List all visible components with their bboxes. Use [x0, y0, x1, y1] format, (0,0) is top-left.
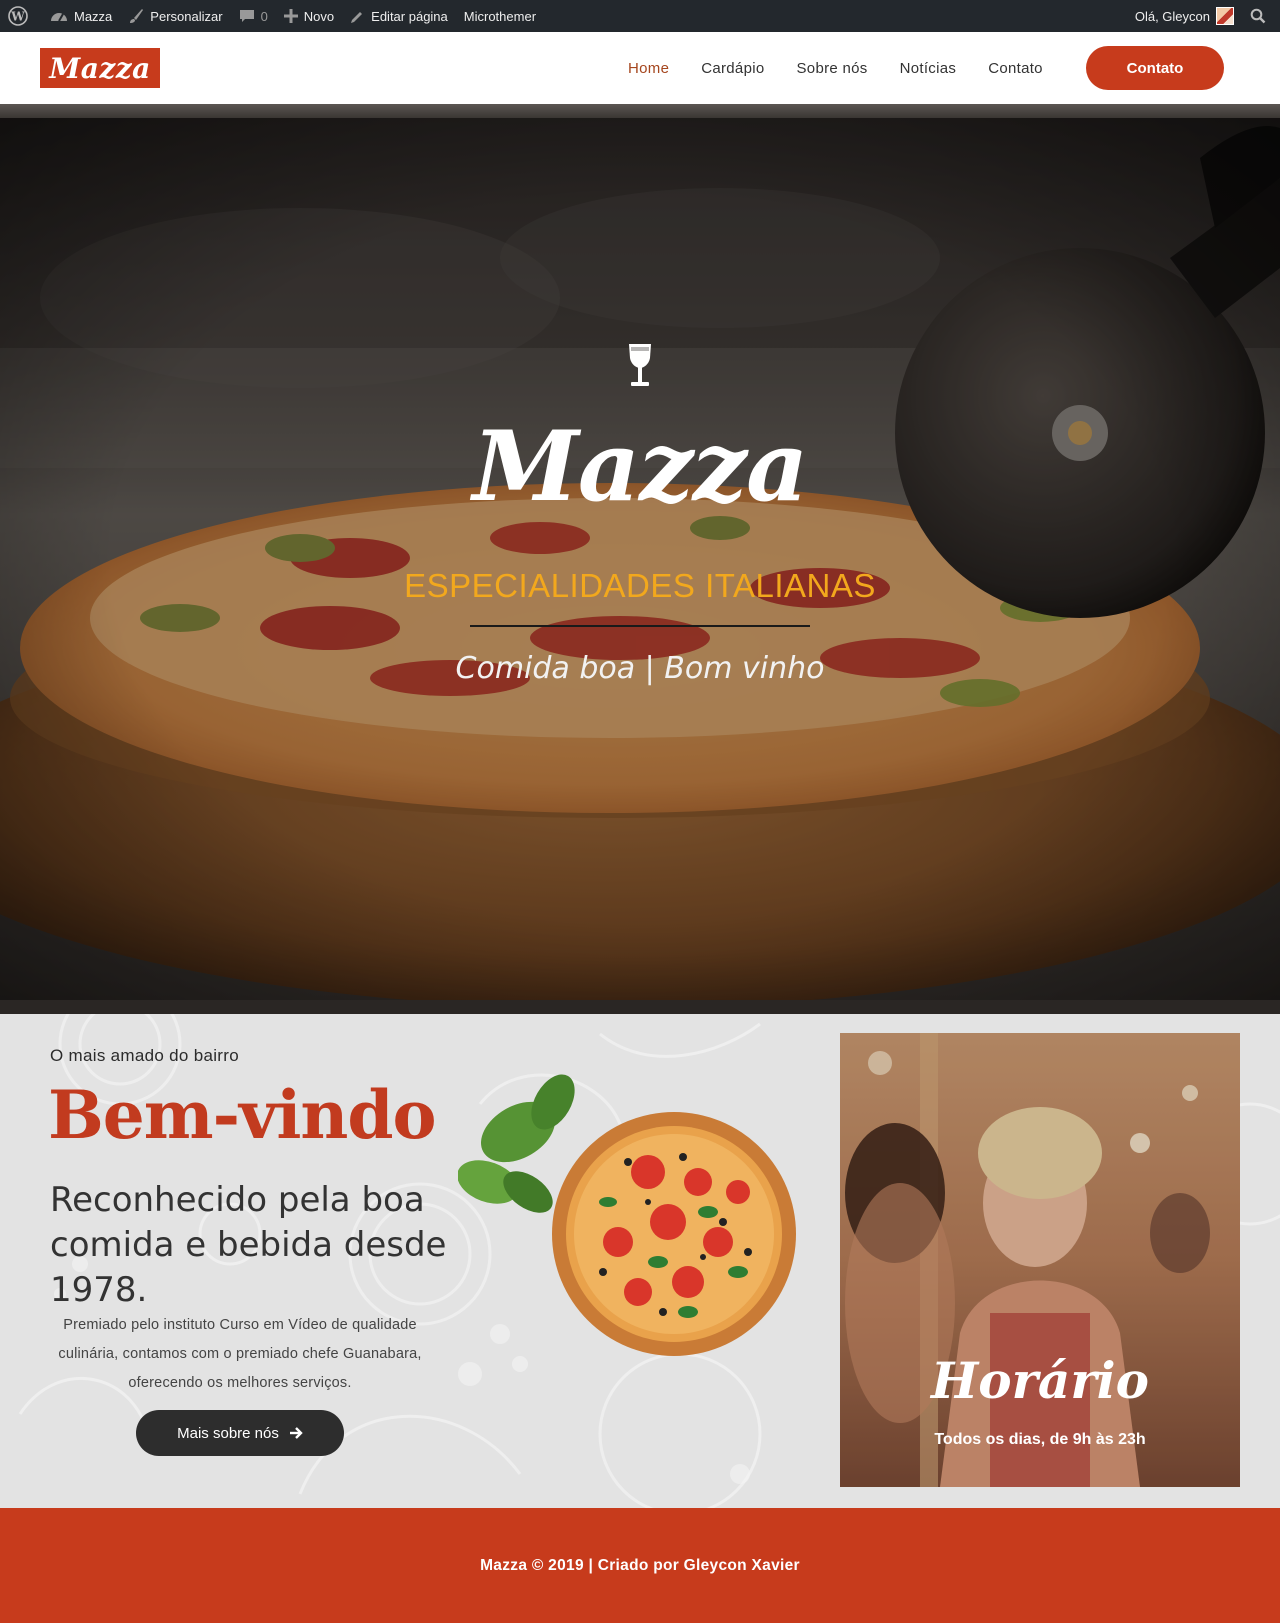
search-icon	[1250, 8, 1266, 24]
admin-microthemer-label: Microthemer	[463, 8, 537, 24]
nav-cardapio[interactable]: Cardápio	[685, 60, 780, 77]
site-logo[interactable]: Mazza	[40, 48, 160, 88]
avatar	[1216, 7, 1234, 25]
admin-comments-link[interactable]: 0	[231, 0, 276, 32]
nav-noticias[interactable]: Notícias	[884, 60, 973, 77]
hours-title: Horário	[930, 1351, 1150, 1410]
hero-bottom-strip	[0, 1000, 1280, 1014]
hero-divider	[470, 625, 810, 627]
admin-site-link[interactable]: Mazza	[42, 0, 120, 32]
hero-title: Mazza	[472, 410, 809, 523]
admin-new-label: Novo	[303, 8, 335, 24]
hero-content: Mazza ESPECIALIDADES ITALIANAS Comida bo…	[0, 344, 1280, 686]
nav-home[interactable]: Home	[612, 60, 685, 77]
welcome-section: O mais amado do bairro Bem-vindo Reconhe…	[0, 1014, 1280, 1508]
admin-bar-right: Olá, Gleycon	[1127, 0, 1280, 32]
comment-icon	[239, 10, 254, 22]
admin-search-button[interactable]	[1242, 0, 1280, 32]
dashboard-icon	[51, 13, 67, 22]
contact-cta-button[interactable]: Contato	[1086, 46, 1224, 90]
arrow-right-icon	[289, 1427, 303, 1439]
admin-edit-page-label: Editar página	[371, 8, 448, 24]
admin-microthemer-link[interactable]: Microthemer	[456, 0, 544, 32]
admin-customize-label: Personalizar	[150, 8, 223, 24]
hours-text: Todos os dias, de 9h às 23h	[934, 1431, 1146, 1448]
welcome-kicker: O mais amado do bairro	[50, 1046, 239, 1065]
main-nav: Home Cardápio Sobre nós Notícias Contato	[612, 32, 1059, 104]
pencil-icon	[351, 11, 363, 23]
about-us-button[interactable]: Mais sobre nós	[136, 1410, 344, 1456]
site-header: Mazza Home Cardápio Sobre nós Notícias C…	[0, 32, 1280, 104]
hero-subtitle: ESPECIALIDADES ITALIANAS	[404, 567, 876, 604]
hero-tagline: Comida boa | Bom vinho	[455, 651, 825, 686]
hero-section: Mazza ESPECIALIDADES ITALIANAS Comida bo…	[0, 104, 1280, 1014]
hours-card: Horário Todos os dias, de 9h às 23h	[840, 1033, 1240, 1487]
nav-sobre-nos[interactable]: Sobre nós	[781, 60, 884, 77]
nav-contato[interactable]: Contato	[972, 60, 1059, 77]
footer-copyright: Mazza © 2019 | Criado por Gleycon Xavier	[480, 1556, 800, 1574]
about-us-button-label: Mais sobre nós	[177, 1424, 279, 1442]
welcome-heading: Reconhecido pela boa comida e bebida des…	[50, 1180, 447, 1310]
plus-icon	[283, 9, 298, 23]
welcome-text: Premiado pelo instituto Curso em Vídeo d…	[58, 1317, 422, 1391]
admin-new-link[interactable]: Novo	[276, 0, 342, 32]
admin-customize-link[interactable]: Personalizar	[120, 0, 230, 32]
wordpress-logo-icon[interactable]: W	[0, 0, 42, 32]
admin-greeting: Olá, Gleycon	[1134, 8, 1210, 24]
pizza-image	[458, 1074, 796, 1356]
admin-edit-page-link[interactable]: Editar página	[342, 0, 456, 32]
wine-glass-icon	[629, 344, 651, 386]
welcome-title: Bem-vindo	[48, 1076, 437, 1154]
admin-site-name: Mazza	[74, 8, 113, 24]
admin-bar: W Mazza Personalizar 0 Novo Editar págin…	[0, 0, 1280, 32]
paintbrush-icon	[130, 9, 144, 23]
hours-background-image	[840, 1033, 1240, 1487]
site-footer: Mazza © 2019 | Criado por Gleycon Xavier	[0, 1508, 1280, 1623]
admin-comments-count: 0	[260, 8, 268, 24]
svg-text:W: W	[10, 10, 25, 24]
admin-account-link[interactable]: Olá, Gleycon	[1127, 0, 1242, 32]
hero-top-strip	[0, 104, 1280, 118]
